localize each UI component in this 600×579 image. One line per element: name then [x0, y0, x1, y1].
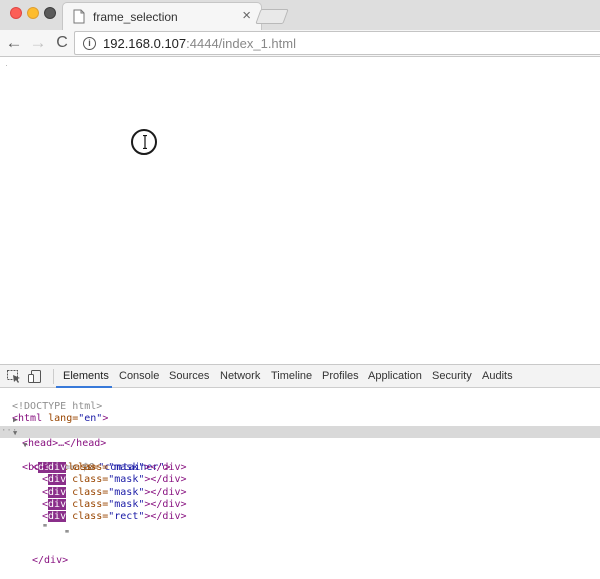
tab-security[interactable]: Security — [432, 370, 472, 382]
tab-console[interactable]: Console — [119, 370, 159, 382]
page-content-dot — [6, 65, 7, 66]
dom-line-mask[interactable]: <div class="mask"></div> — [0, 487, 600, 510]
dom-tree: <!DOCTYPE html> <html lang="en"> ▶ <head… — [0, 389, 600, 566]
div-close-tag: </div> — [32, 555, 69, 567]
close-window-button[interactable] — [10, 7, 22, 19]
tab-sources[interactable]: Sources — [169, 370, 209, 382]
device-toolbar-icon[interactable] — [28, 370, 42, 383]
address-bar[interactable]: i 192.168.0.107:4444/index_1.html — [74, 31, 600, 55]
dom-line-body[interactable]: ··· ▼ <body> == $0 — [0, 425, 600, 473]
tab-audits[interactable]: Audits — [482, 370, 513, 382]
dom-line-rect[interactable]: <div class="rect"></div> — [0, 499, 600, 522]
tab-network[interactable]: Network — [220, 370, 260, 382]
tab-profiles[interactable]: Profiles — [322, 370, 359, 382]
url-text[interactable]: 192.168.0.107:4444/index_1.html — [103, 36, 296, 51]
text-cursor-icon — [131, 129, 157, 155]
active-tab-indicator — [56, 386, 112, 388]
document-icon — [73, 9, 85, 24]
reload-icon[interactable]: C — [52, 33, 72, 53]
dom-line-mask[interactable]: <div class="mask"></div> — [0, 462, 600, 486]
tab-close-icon[interactable]: × — [242, 8, 251, 24]
url-path: :4444/index_1.html — [186, 36, 296, 51]
tabbar-divider — [53, 369, 54, 384]
back-arrow-icon[interactable]: ← — [4, 33, 24, 53]
browser-tab[interactable]: frame_selection × — [62, 2, 262, 30]
dom-line-mask[interactable]: <div class="mask"></div> — [0, 450, 600, 474]
dom-line-div-close[interactable]: </div> — [0, 543, 600, 566]
devtools-tabbar: Elements Console Sources Network Timelin… — [0, 365, 600, 388]
new-tab-button[interactable] — [255, 9, 289, 24]
text-node-open: " — [42, 523, 49, 535]
browser-toolbar: ← → C i 192.168.0.107:4444/index_1.html — [0, 30, 600, 57]
tab-timeline[interactable]: Timeline — [271, 370, 312, 382]
ibeam-icon — [143, 135, 147, 149]
dom-line-head[interactable]: ▶ <head>…</head> — [0, 413, 600, 448]
page-viewport[interactable] — [0, 57, 600, 364]
fullscreen-window-button[interactable] — [44, 7, 56, 19]
dom-line-mask[interactable]: <div class="mask"></div> — [0, 474, 600, 498]
tab-application[interactable]: Application — [368, 370, 422, 382]
dom-line-text-node[interactable]: " " — [0, 511, 600, 540]
tab-strip: frame_selection × — [0, 0, 600, 30]
dom-line-doctype[interactable]: <!DOCTYPE html> — [0, 389, 600, 412]
minimize-window-button[interactable] — [27, 7, 39, 19]
dom-line-container[interactable]: ▼ <div class="container"> — [0, 438, 600, 474]
dom-line-html[interactable]: <html lang="en"> — [0, 401, 600, 424]
info-icon[interactable]: i — [83, 37, 96, 50]
devtools-panel: Elements Console Sources Network Timelin… — [0, 364, 600, 566]
tab-title: frame_selection — [93, 10, 178, 24]
text-node-close: " — [64, 528, 71, 540]
forward-arrow-icon[interactable]: → — [28, 33, 48, 53]
inspect-element-icon[interactable] — [7, 370, 21, 383]
url-host: 192.168.0.107 — [103, 36, 187, 51]
tab-elements[interactable]: Elements — [63, 370, 109, 382]
